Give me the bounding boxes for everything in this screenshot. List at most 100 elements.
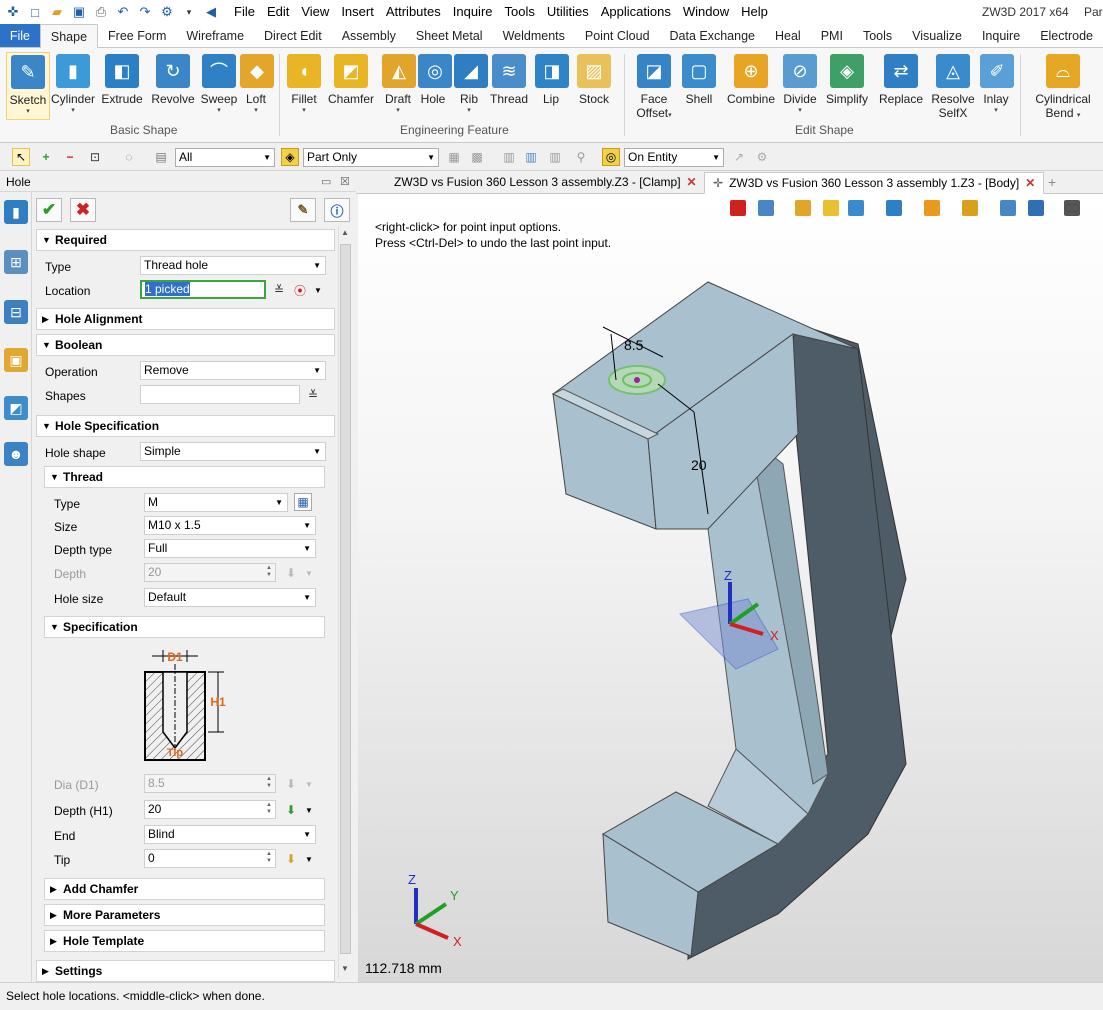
part-filter-icon[interactable]: ◈ (281, 148, 299, 166)
inlay-button[interactable]: ✐ Inlay ▾ (980, 54, 1014, 116)
align-2-icon[interactable]: ▥ (522, 148, 540, 166)
menu-inquire[interactable]: Inquire (447, 0, 499, 24)
chevron-down-icon[interactable]: ▾ (180, 3, 198, 21)
panel-restore-icon[interactable]: ▭ (321, 175, 331, 188)
doc-tab-body[interactable]: ✛ ZW3D vs Fusion 360 Lesson 3 assembly 1.… (704, 172, 1045, 194)
layer-icon[interactable]: ◩ (4, 396, 28, 420)
chevron-down-icon[interactable]: ▼ (300, 850, 318, 868)
tool-icon[interactable]: ▩ (468, 148, 486, 166)
menu-view[interactable]: View (295, 0, 335, 24)
menu-insert[interactable]: Insert (335, 0, 380, 24)
tab-direct-edit[interactable]: Direct Edit (254, 24, 332, 47)
panel-scrollbar[interactable]: ▲ ▼ (338, 226, 352, 978)
combine-button[interactable]: ⊕ Combine (726, 54, 776, 106)
model-canvas[interactable]: 8.5 20 Z X Z Y X (358, 194, 1103, 984)
view-manager-icon[interactable]: ▣ (4, 348, 28, 372)
tab-file[interactable]: File (0, 24, 40, 47)
pin-icon[interactable]: ⚲ (572, 148, 590, 166)
thread-depth-field[interactable]: 20 ▲ ▼ (144, 563, 276, 582)
section-required[interactable]: ▼ Required (36, 229, 335, 251)
section-add-chamfer[interactable]: ▶ Add Chamfer (44, 878, 325, 900)
stock-button[interactable]: ▨ Stock (576, 54, 612, 106)
chevron-down-icon[interactable]: ▼ (300, 775, 318, 793)
section-hole-alignment[interactable]: ▶ Hole Alignment (36, 308, 335, 330)
open-folder-icon[interactable]: ▰ (48, 3, 66, 21)
double-chevron-down-icon[interactable]: ≚ (304, 386, 322, 404)
pick-value-icon[interactable]: ⬇ (282, 564, 300, 582)
tab-sheet-metal[interactable]: Sheet Metal (406, 24, 493, 47)
double-chevron-down-icon[interactable]: ≚ (270, 281, 288, 299)
print-icon[interactable]: ⎙ (92, 3, 110, 21)
align-icon[interactable]: ▥ (500, 148, 518, 166)
sketch-button[interactable]: ✎ Sketch ▾ (6, 52, 50, 120)
depth-h1-field[interactable]: 20 ▲ ▼ (144, 800, 276, 819)
info-button[interactable]: ⓘ (324, 198, 350, 222)
app-logo-icon[interactable]: ✜ (4, 3, 22, 21)
fillet-button[interactable]: ◖ Fillet ▾ (285, 54, 323, 116)
thread-table-icon[interactable]: ▦ (294, 493, 312, 511)
hole-shape-select[interactable]: Simple ▼ (140, 442, 326, 461)
shapes-field[interactable] (140, 385, 300, 404)
hole-feature-icon[interactable]: ▮ (4, 200, 28, 224)
tab-weldments[interactable]: Weldments (493, 24, 575, 47)
section-hole-template[interactable]: ▶ Hole Template (44, 930, 325, 952)
lasso-icon[interactable]: ◌ (120, 148, 138, 166)
tab-electrode[interactable]: Electrode (1030, 24, 1103, 47)
section-more-parameters[interactable]: ▶ More Parameters (44, 904, 325, 926)
operation-select[interactable]: Remove ▼ (140, 361, 326, 380)
clear-brush-button[interactable]: ✎ (290, 198, 316, 222)
end-select[interactable]: Blind ▼ (144, 825, 316, 844)
filter-icon[interactable]: ▤ (152, 148, 170, 166)
tab-heal[interactable]: Heal (765, 24, 811, 47)
tip-field[interactable]: 0 ▲ ▼ (144, 849, 276, 868)
save-icon[interactable]: ▣ (70, 3, 88, 21)
on-entity-select[interactable]: On Entity ▼ (624, 148, 724, 167)
tab-data-exchange[interactable]: Data Exchange (660, 24, 765, 47)
pick-value-icon[interactable]: ⬇ (282, 775, 300, 793)
menu-utilities[interactable]: Utilities (541, 0, 595, 24)
thread-button[interactable]: ≋ Thread (488, 54, 530, 106)
menu-edit[interactable]: Edit (261, 0, 295, 24)
panel-close-icon[interactable]: ☒ (340, 175, 350, 188)
tab-free-form[interactable]: Free Form (98, 24, 176, 47)
section-hole-specification[interactable]: ▼ Hole Specification (36, 415, 335, 437)
pick-cursor-icon[interactable]: ↖ (12, 148, 30, 166)
rib-button[interactable]: ◢ Rib ▾ (454, 54, 488, 116)
user-icon[interactable]: ☻ (4, 442, 28, 466)
cylindrical-bend-button[interactable]: ⌓ Cylindrical Bend ▾ (1030, 54, 1096, 121)
tab-wireframe[interactable]: Wireframe (176, 24, 254, 47)
entity-snap-icon[interactable]: ◎ (602, 148, 620, 166)
cylinder-button[interactable]: ▮ Cylinder ▾ (50, 54, 96, 116)
pick-point-icon[interactable]: ⦿ (291, 281, 309, 299)
tab-pmi[interactable]: PMI (811, 24, 853, 47)
section-boolean[interactable]: ▼ Boolean (36, 334, 335, 356)
part-only-select[interactable]: Part Only ▼ (303, 148, 439, 167)
dia-d1-field[interactable]: 8.5 ▲ ▼ (144, 774, 276, 793)
undo-icon[interactable]: ↶ (114, 3, 132, 21)
lip-button[interactable]: ◨ Lip (535, 54, 569, 106)
tab-visualize[interactable]: Visualize (902, 24, 972, 47)
tab-inquire[interactable]: Inquire (972, 24, 1030, 47)
divide-button[interactable]: ⊘ Divide ▾ (782, 54, 818, 116)
scroll-thumb[interactable] (340, 244, 351, 954)
back-arrow-icon[interactable]: ◀ (202, 3, 220, 21)
3d-viewport[interactable]: <right-click> for point input options. P… (358, 194, 1103, 984)
replace-button[interactable]: ⇄ Replace (878, 54, 924, 106)
section-specification[interactable]: ▼ Specification (44, 616, 325, 638)
depth-type-select[interactable]: Full ▼ (144, 539, 316, 558)
history-tree-icon[interactable]: ⊞ (4, 250, 28, 274)
revolve-button[interactable]: ↻ Revolve (150, 54, 196, 106)
redo-icon[interactable]: ↷ (136, 3, 154, 21)
options-gear-icon[interactable]: ⚙ (158, 3, 176, 21)
menu-help[interactable]: Help (735, 0, 774, 24)
chevron-down-icon[interactable]: ▼ (309, 281, 327, 299)
thread-type-select[interactable]: M ▼ (144, 493, 288, 512)
menu-attributes[interactable]: Attributes (380, 0, 447, 24)
new-file-icon[interactable]: □ (26, 3, 44, 21)
align-3-icon[interactable]: ▥ (546, 148, 564, 166)
sweep-button[interactable]: ⌒ Sweep ▾ (200, 54, 238, 116)
section-settings[interactable]: ▶ Settings (36, 960, 335, 982)
grid-tool-icon[interactable]: ▦ (445, 148, 463, 166)
cancel-x-button[interactable]: ✖ (70, 198, 96, 222)
hole-size-select[interactable]: Default ▼ (144, 588, 316, 607)
